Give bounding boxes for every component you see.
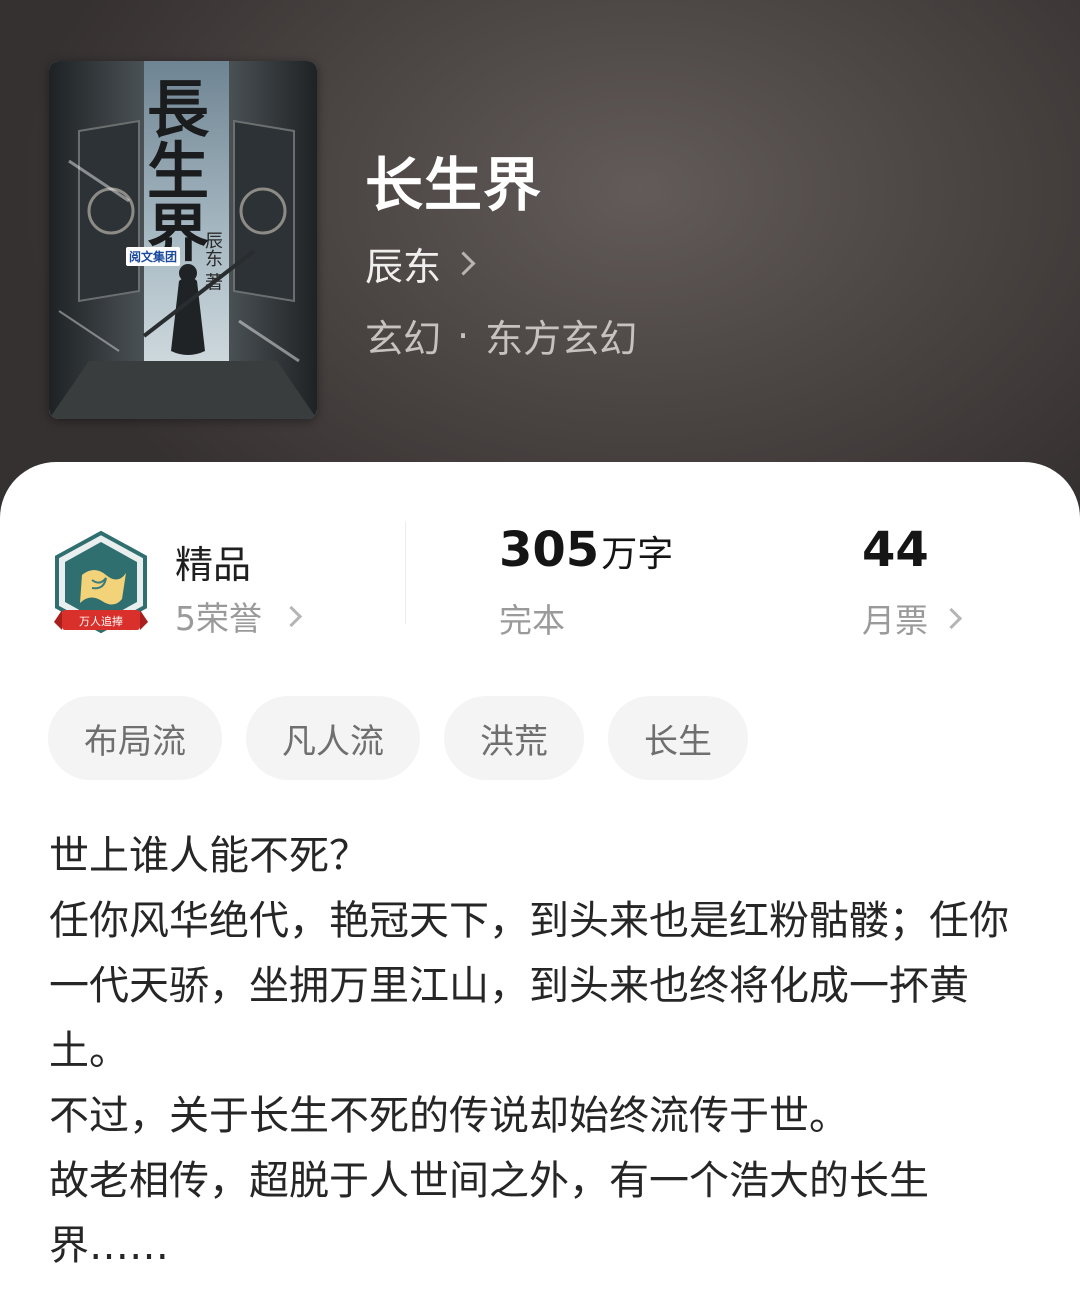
word-count-unit: 万字: [601, 534, 674, 575]
tag-chip[interactable]: 长生: [608, 696, 748, 780]
book-header: 長 生 界 辰东 著 阅文集团 长生界 辰东 玄幻 · 东方玄幻: [0, 0, 1080, 520]
monthly-tickets-value: 44: [862, 522, 929, 578]
category-row: 玄幻 · 东方玄幻: [365, 308, 637, 363]
honors-count: 5荣誉: [175, 599, 262, 638]
category[interactable]: 玄幻: [365, 308, 441, 363]
synopsis-paragraph: 任你风华绝代，艳冠天下，到头来也是红粉骷髅；任你一代天骄，坐拥万里江山，到头来也…: [49, 898, 1009, 1074]
word-count-value: 305: [499, 522, 600, 578]
chevron-right-icon: [451, 251, 476, 276]
synopsis-paragraph: 不过，关于长生不死的传说却始终流传于世。: [49, 1093, 849, 1139]
chevron-right-icon: [280, 605, 303, 627]
monthly-tickets-link[interactable]: 月票: [862, 594, 963, 642]
category-separator: ·: [457, 313, 470, 358]
completion-status: 完本: [499, 601, 565, 640]
author-name: 辰东: [365, 245, 442, 289]
cover-author: 辰东 著: [202, 231, 223, 291]
badge-ribbon-text: 万人追捧: [79, 614, 123, 628]
cover-artwork: 長 生 界: [49, 61, 317, 419]
quality-label: 精品: [175, 543, 252, 587]
monthly-tickets-label: 月票: [862, 601, 928, 640]
book-detail-sheet: 万人追捧 精品 5荣誉 305 万字 完本 44 月票 布局流 凡人流 洪荒 长…: [0, 462, 1080, 1299]
author-link[interactable]: 辰东: [365, 236, 476, 291]
word-count: 305 万字: [499, 522, 673, 578]
tag-list: 布局流 凡人流 洪荒 长生: [48, 696, 748, 780]
honors-link[interactable]: 5荣誉: [175, 592, 303, 640]
synopsis-paragraph: 世上谁人能不死？: [49, 833, 369, 879]
synopsis-paragraph: 故老相传，超脱于人世间之外，有一个浩大的长生界……: [49, 1158, 929, 1269]
book-synopsis[interactable]: 世上谁人能不死？ 任你风华绝代，艳冠天下，到头来也是红粉骷髅；任你一代天骄，坐拥…: [49, 824, 1009, 1279]
tag-chip[interactable]: 洪荒: [444, 696, 584, 780]
book-cover[interactable]: 長 生 界 辰东 著 阅文集团: [49, 61, 317, 419]
stats-bar: 万人追捧 精品 5荣誉 305 万字 完本 44 月票: [0, 502, 1080, 652]
chevron-right-icon: [940, 607, 963, 629]
subcategory[interactable]: 东方玄幻: [485, 308, 637, 363]
quality-badge-icon[interactable]: 万人追捧: [52, 530, 150, 640]
tag-chip[interactable]: 布局流: [48, 696, 222, 780]
cover-publisher: 阅文集团: [126, 247, 181, 266]
book-title: 长生界: [365, 151, 543, 219]
stats-divider: [405, 522, 406, 624]
tag-chip[interactable]: 凡人流: [246, 696, 420, 780]
